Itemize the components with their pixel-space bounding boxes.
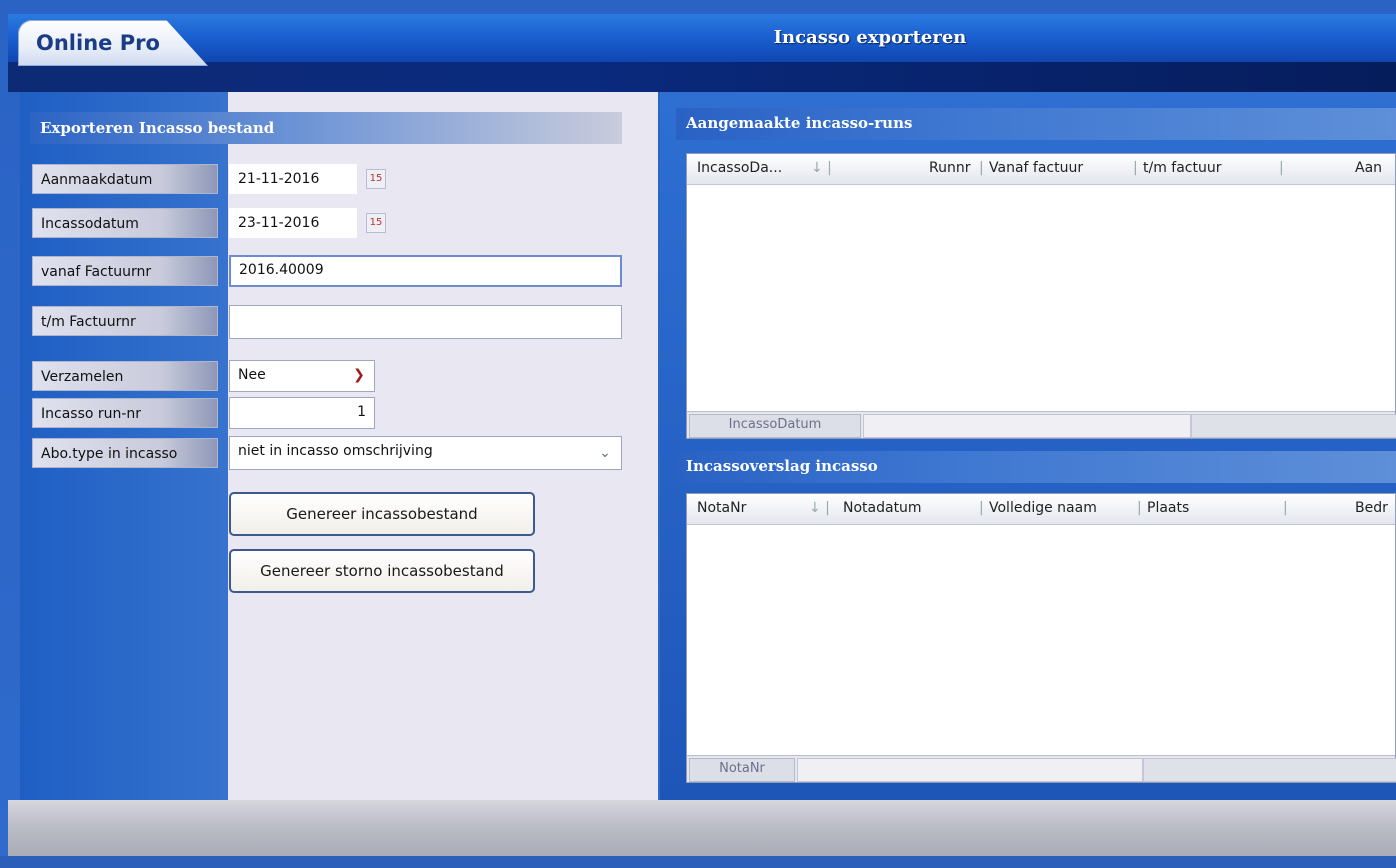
runs-section-title: Aangemaakte incasso-runs — [686, 114, 913, 132]
col-header-volledige-naam[interactable]: Volledige naam — [989, 494, 1097, 524]
sort-down-icon: ↓ | — [811, 160, 832, 176]
column-separator: | — [1279, 160, 1284, 176]
vanaf-factuurnr-label: vanaf Factuurnr — [32, 256, 218, 286]
export-section-title: Exporteren Incasso bestand — [40, 119, 275, 137]
calendar-icon[interactable]: 15 — [366, 169, 386, 189]
footer-bar — [863, 414, 1191, 438]
verslag-section-header: Incassoverslag incasso — [676, 451, 1396, 483]
status-bar — [8, 800, 1396, 856]
run-nr-input[interactable]: 1 — [229, 397, 375, 429]
vanaf-factuurnr-input[interactable]: 2016.40009 — [229, 255, 622, 287]
col-header-tm-factuur[interactable]: t/m factuur — [1143, 154, 1222, 184]
verzamelen-label: Verzamelen — [32, 361, 218, 391]
verzamelen-value: Nee — [238, 367, 266, 383]
window-bottom-edge — [0, 856, 1396, 868]
column-separator: | — [979, 500, 984, 516]
abo-type-value: niet in incasso omschrijving — [238, 443, 433, 459]
col-header-bedr[interactable]: Bedr — [1355, 494, 1388, 524]
col-header-plaats[interactable]: Plaats — [1147, 494, 1189, 524]
run-nr-label: Incasso run-nr — [32, 398, 218, 428]
abo-type-label: Abo.type in incasso — [32, 438, 218, 468]
genereer-storno-button[interactable]: Genereer storno incassobestand — [229, 549, 535, 593]
column-separator: | — [1137, 500, 1142, 516]
col-header-vanaf-factuur[interactable]: Vanaf factuur — [989, 154, 1083, 184]
col-header-incassodatum[interactable]: IncassoDa... — [697, 154, 782, 184]
chevron-down-icon[interactable]: ⌄ — [594, 442, 616, 464]
incassodatum-label: Incassodatum — [32, 208, 218, 238]
abo-type-select[interactable]: niet in incasso omschrijving — [229, 436, 622, 470]
verslag-grid-header: NotaNr ↓ | Notadatum | Volledige naam | … — [687, 494, 1395, 525]
runs-grid-header: IncassoDa... ↓ | Runnr | Vanaf factuur |… — [687, 154, 1395, 185]
col-header-aan[interactable]: Aan — [1355, 154, 1382, 184]
aanmaakdatum-label: Aanmaakdatum — [32, 164, 218, 194]
verslag-grid-footer: NotaNr — [687, 755, 1396, 782]
title-bar-strip — [8, 62, 1396, 92]
column-separator: | — [1133, 160, 1138, 176]
incassodatum-field[interactable]: 23-11-2016 — [229, 208, 357, 238]
page-title: Incasso exporteren — [773, 27, 967, 48]
column-separator: | — [979, 160, 984, 176]
col-header-notadatum[interactable]: Notadatum — [843, 494, 922, 524]
runs-grid-footer: IncassoDatum — [687, 411, 1396, 438]
calendar-icon[interactable]: 15 — [366, 213, 386, 233]
footer-bar — [797, 758, 1143, 782]
chevron-down-icon[interactable]: ❯ — [348, 364, 370, 386]
export-section-header: Exporteren Incasso bestand — [30, 112, 622, 144]
verslag-section-title: Incassoverslag incasso — [686, 457, 878, 475]
col-header-notanr[interactable]: NotaNr — [697, 494, 746, 524]
genereer-incassobestand-button[interactable]: Genereer incassobestand — [229, 492, 535, 536]
runs-section-header: Aangemaakte incasso-runs — [676, 108, 1396, 140]
footer-bar — [1143, 758, 1396, 782]
tm-factuurnr-input[interactable] — [229, 305, 622, 339]
verslag-grid[interactable]: NotaNr ↓ | Notadatum | Volledige naam | … — [686, 493, 1396, 783]
group-by-notanr[interactable]: NotaNr — [689, 758, 795, 782]
aanmaakdatum-field[interactable]: 21-11-2016 — [229, 164, 357, 194]
runs-grid[interactable]: IncassoDa... ↓ | Runnr | Vanaf factuur |… — [686, 153, 1396, 439]
col-header-runnr[interactable]: Runnr — [929, 154, 970, 184]
group-by-incassodatum[interactable]: IncassoDatum — [689, 414, 861, 438]
brand-logo: Online Pro — [36, 31, 160, 55]
sort-down-icon: ↓ | — [809, 500, 830, 516]
tm-factuurnr-label: t/m Factuurnr — [32, 306, 218, 336]
column-separator: | — [1283, 500, 1288, 516]
footer-bar — [1191, 414, 1396, 438]
